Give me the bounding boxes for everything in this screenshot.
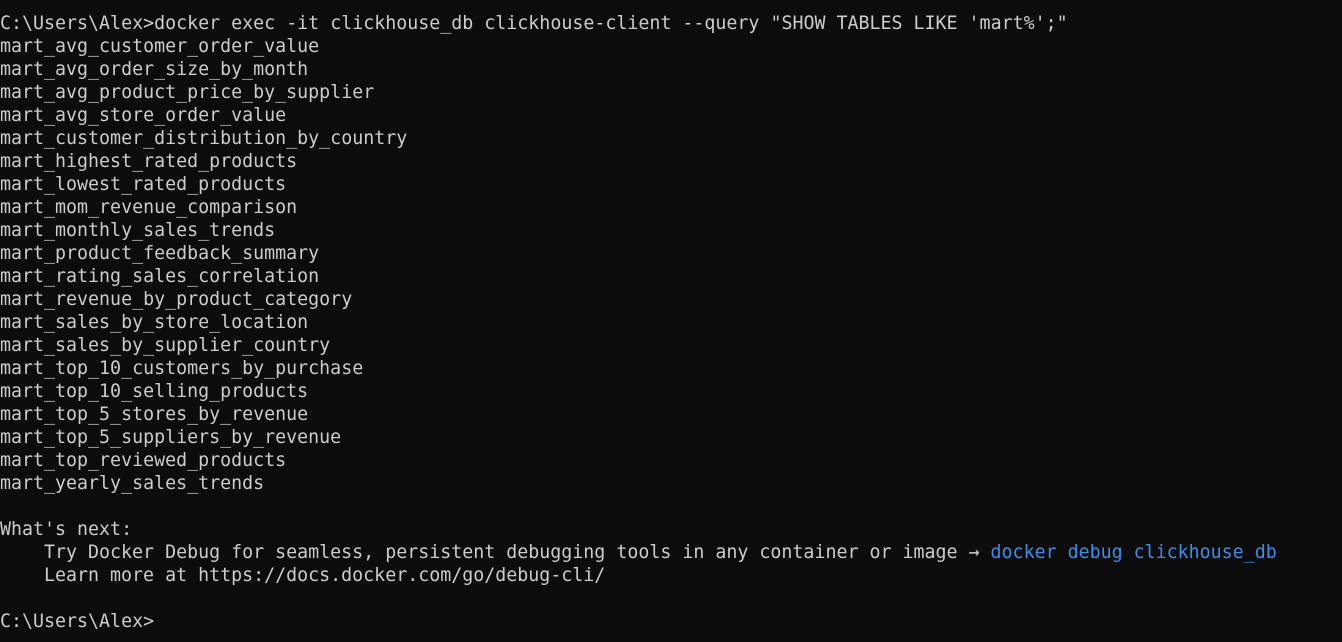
- debug-command-link[interactable]: docker debug clickhouse_db: [991, 542, 1277, 563]
- table-row: mart_avg_customer_order_value: [0, 36, 320, 57]
- table-row: mart_avg_store_order_value: [0, 105, 287, 126]
- table-row: mart_product_feedback_summary: [0, 243, 320, 264]
- table-row: mart_revenue_by_product_category: [0, 289, 353, 310]
- table-row: mart_customer_distribution_by_country: [0, 128, 408, 149]
- table-row: mart_lowest_rated_products: [0, 174, 287, 195]
- table-row: mart_top_reviewed_products: [0, 450, 287, 471]
- table-row: mart_top_10_selling_products: [0, 381, 309, 402]
- table-row: mart_sales_by_store_location: [0, 312, 309, 333]
- whats-next-heading: What's next:: [0, 519, 133, 540]
- table-row: mart_highest_rated_products: [0, 151, 298, 172]
- debug-hint-text: Try Docker Debug for seamless, persisten…: [44, 542, 991, 563]
- table-row: mart_top_10_customers_by_purchase: [0, 358, 364, 379]
- table-row: mart_mom_revenue_comparison: [0, 197, 298, 218]
- table-row: mart_yearly_sales_trends: [0, 473, 265, 494]
- table-row: mart_sales_by_supplier_country: [0, 335, 331, 356]
- table-row: mart_top_5_suppliers_by_revenue: [0, 427, 342, 448]
- table-row: mart_monthly_sales_trends: [0, 220, 276, 241]
- command-text: docker exec -it clickhouse_db clickhouse…: [154, 13, 1068, 34]
- learn-more-line[interactable]: Learn more at https://docs.docker.com/go…: [0, 564, 1342, 587]
- debug-hint: Try Docker Debug for seamless, persisten…: [0, 541, 1342, 564]
- table-row: mart_avg_product_price_by_supplier: [0, 82, 375, 103]
- terminal-window[interactable]: C:\Users\Alex>docker exec -it clickhouse…: [0, 0, 1342, 642]
- final-prompt[interactable]: C:\Users\Alex>: [0, 610, 1342, 633]
- table-row: mart_top_5_stores_by_revenue: [0, 404, 309, 425]
- table-row: mart_rating_sales_correlation: [0, 266, 320, 287]
- table-list: mart_avg_customer_order_value mart_avg_o…: [0, 35, 1342, 495]
- prompt: C:\Users\Alex>: [0, 13, 155, 34]
- command-line: C:\Users\Alex>docker exec -it clickhouse…: [0, 12, 1342, 35]
- table-row: mart_avg_order_size_by_month: [0, 59, 309, 80]
